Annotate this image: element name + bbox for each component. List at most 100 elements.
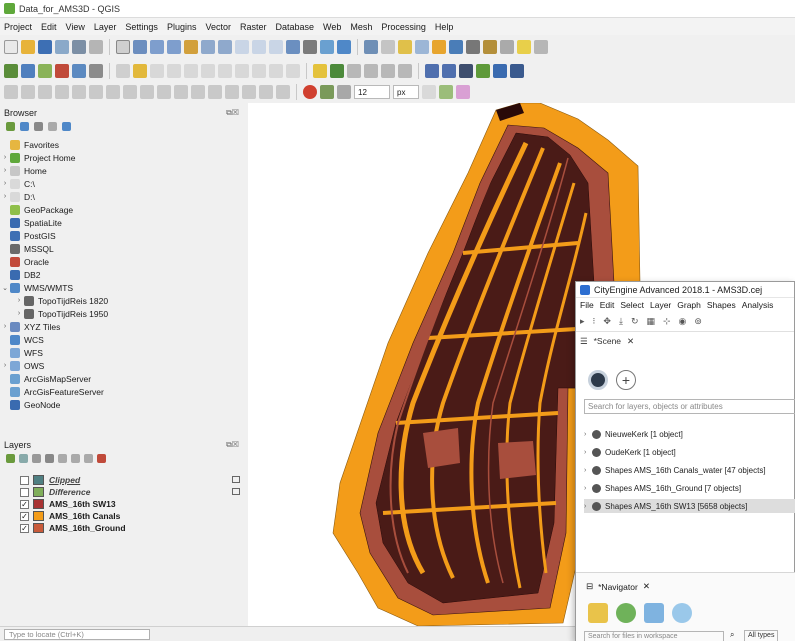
layer-note-icon[interactable] — [232, 488, 240, 495]
select-features-icon[interactable] — [398, 40, 412, 54]
cloud-icon[interactable] — [672, 603, 692, 623]
save-as-icon[interactable] — [55, 40, 69, 54]
layer-visibility-checkbox[interactable]: ✓ — [20, 499, 29, 509]
add-mesh-icon[interactable] — [89, 64, 103, 78]
add-selected-icon[interactable] — [6, 122, 15, 131]
offset-symbols-icon[interactable] — [259, 85, 273, 99]
new-project-icon[interactable] — [4, 40, 18, 54]
browser-item[interactable]: › Project Home — [0, 151, 245, 164]
marquee-tool-icon[interactable]: ⁝ — [593, 316, 596, 327]
collapse-all-icon[interactable] — [84, 454, 93, 463]
menu-mesh[interactable]: Mesh — [350, 22, 372, 32]
expand-arrow-icon[interactable]: ⌄ — [0, 284, 10, 292]
align-tool-icon[interactable]: ⊹ — [663, 316, 671, 327]
offset-curve-icon[interactable] — [157, 85, 171, 99]
menu-raster[interactable]: Raster — [240, 22, 267, 32]
visibility-eye-icon[interactable] — [592, 447, 601, 457]
pan-to-selection-icon[interactable] — [133, 40, 147, 54]
merge-attributes-icon[interactable] — [225, 85, 239, 99]
label-show-icon[interactable] — [347, 64, 361, 78]
split-parts-icon[interactable] — [191, 85, 205, 99]
identify-icon[interactable] — [364, 40, 378, 54]
select-tool-icon[interactable]: ▸ — [580, 316, 585, 327]
zoom-native-icon[interactable] — [235, 40, 249, 54]
pan-icon[interactable] — [116, 40, 130, 54]
ce-menu-edit[interactable]: Edit — [600, 300, 615, 310]
expand-arrow-icon[interactable]: › — [584, 503, 592, 510]
expand-arrow-icon[interactable]: › — [0, 180, 10, 187]
browser-item[interactable]: GeoPackage — [0, 203, 245, 216]
browser-item[interactable]: ArcGisFeatureServer — [0, 385, 245, 398]
scene-layer-item[interactable]: › OudeKerk [1 object] — [584, 445, 795, 459]
browser-item[interactable]: ⌄ WMS/WMTS — [0, 281, 245, 294]
expand-arrow-icon[interactable]: › — [584, 485, 592, 492]
label-move-icon[interactable] — [364, 64, 378, 78]
layer-symbol-swatch[interactable] — [33, 499, 44, 509]
undo-icon[interactable] — [269, 64, 283, 78]
search-icon[interactable]: ⌕ — [730, 630, 734, 640]
label-rotate-icon[interactable] — [381, 64, 395, 78]
scale-tool-icon[interactable]: ⤓ — [619, 316, 623, 327]
layer-item[interactable]: ✓ AMS_16th_Ground — [20, 522, 126, 534]
scene-search-input[interactable]: Search for layers, objects or attributes — [584, 399, 795, 414]
globe-icon[interactable] — [425, 64, 439, 78]
layer-note-icon[interactable] — [232, 476, 240, 483]
view-tool-icon[interactable]: ⊚ — [694, 316, 702, 327]
scene-layers-button[interactable] — [588, 370, 608, 390]
snap-tolerance-field[interactable]: 12 — [354, 85, 390, 99]
ce-menu-layer[interactable]: Layer — [650, 300, 671, 310]
label-tool-icon[interactable] — [313, 64, 327, 78]
delete-ring-icon[interactable] — [106, 85, 120, 99]
select-value-icon[interactable] — [415, 40, 429, 54]
browser-item[interactable]: › TopoTijdReis 1820 — [0, 294, 245, 307]
plugin-b-icon[interactable] — [493, 64, 507, 78]
browser-item[interactable]: SpatiaLite — [0, 216, 245, 229]
tips-icon[interactable] — [517, 40, 531, 54]
menu-settings[interactable]: Settings — [125, 22, 158, 32]
action-icon[interactable] — [381, 40, 395, 54]
layer-item[interactable]: Difference — [20, 486, 90, 498]
digitize-icon[interactable] — [167, 64, 181, 78]
menu-layer[interactable]: Layer — [94, 22, 117, 32]
upload-icon[interactable] — [616, 603, 636, 623]
layer-symbol-swatch[interactable] — [33, 475, 44, 485]
scene-layer-item[interactable]: › NieuweKerk [1 object] — [584, 427, 795, 441]
ce-menu-shapes[interactable]: Shapes — [707, 300, 736, 310]
layer-visibility-checkbox[interactable] — [20, 475, 29, 485]
remove-layer-icon[interactable] — [97, 454, 106, 463]
ce-menu-analysis[interactable]: Analysis — [742, 300, 774, 310]
filter-icon[interactable] — [34, 122, 43, 131]
style-manager-icon[interactable] — [89, 40, 103, 54]
manage-themes-icon[interactable] — [32, 454, 41, 463]
save-edits-icon[interactable] — [150, 64, 164, 78]
temporal-icon[interactable] — [303, 40, 317, 54]
zoom-last-icon[interactable] — [252, 40, 266, 54]
browser-item[interactable]: › D:\ — [0, 190, 245, 203]
camera-tool-icon[interactable]: ◉ — [679, 316, 687, 327]
browser-item[interactable]: Oracle — [0, 255, 245, 268]
layer-item[interactable]: ✓ AMS_16th SW13 — [20, 498, 116, 510]
visibility-eye-icon[interactable] — [592, 465, 601, 475]
expand-arrow-icon[interactable]: › — [584, 431, 592, 438]
expand-arrow-icon[interactable]: › — [0, 167, 10, 174]
3d-view-icon[interactable] — [442, 64, 456, 78]
add-layer-button[interactable]: + — [616, 370, 636, 390]
zoom-full-icon[interactable] — [184, 40, 198, 54]
panel-float-close-icon[interactable]: ⧉☒ — [226, 108, 239, 118]
scene-layer-item[interactable]: › Shapes AMS_16th_Ground [7 objects] — [584, 481, 795, 495]
expand-arrow-icon[interactable]: › — [0, 323, 10, 330]
attribute-table-icon[interactable] — [449, 40, 463, 54]
reshape-icon[interactable] — [140, 85, 154, 99]
browser-item[interactable]: WFS — [0, 346, 245, 359]
browser-item[interactable]: Favorites — [0, 138, 245, 151]
collapse-all-icon[interactable] — [48, 122, 57, 131]
close-tab-icon[interactable]: ✕ — [643, 581, 650, 592]
paste-features-icon[interactable] — [252, 64, 266, 78]
filter-expression-icon[interactable] — [58, 454, 67, 463]
statistics-icon[interactable] — [483, 40, 497, 54]
scene-layer-item[interactable]: › Shapes AMS_16th SW13 [5658 objects] — [584, 499, 795, 513]
zoom-next-icon[interactable] — [269, 40, 283, 54]
layer-symbol-swatch[interactable] — [33, 523, 44, 533]
add-raster-icon[interactable] — [55, 64, 69, 78]
grid-tool-icon[interactable]: ▦ — [646, 316, 655, 327]
